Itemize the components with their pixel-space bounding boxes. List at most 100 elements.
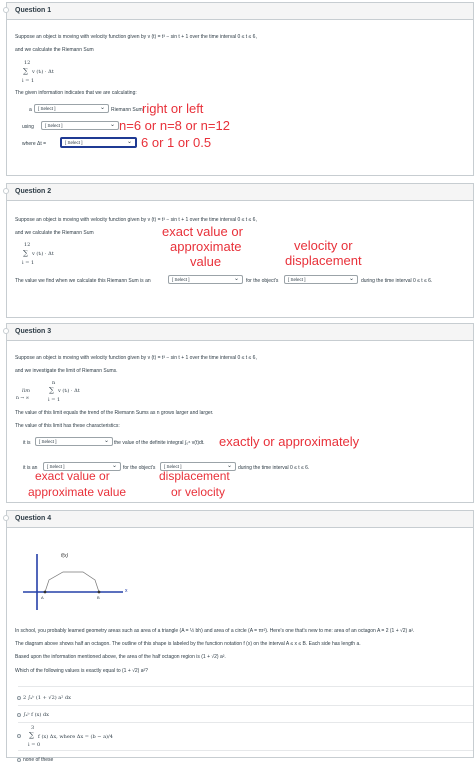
q4-question: Which of the following values is exactly… [15,668,148,674]
question-2-card: Question 2 Suppose an object is moving w… [3,183,474,318]
q3-intro2: and we investigate the limit of Riemann … [15,368,118,374]
graph-a-label: A [41,595,44,600]
q3-annotation-3b: or velocity [171,485,226,499]
question-4-marker [3,515,9,521]
q2-sum-sigma: ∑ [23,249,28,257]
q2-for-text: for the object's [246,278,279,284]
q2-intro2: and we calculate the Riemann Sum [15,230,94,236]
q1-select-where[interactable]: [ Select ] ⌄ [60,137,137,148]
q3-lim: lim [22,388,30,394]
option-4-radio[interactable] [17,758,21,762]
q3-for-text: for the object's [123,465,156,471]
q3-sum-expr: v (tᵢ) · Δt [58,388,80,394]
option-3-bottom: i = 0 [28,742,41,748]
question-2-marker [3,188,9,194]
option-3-sigma: ∑ [29,731,34,739]
q1-where-label: where Δt = [22,141,47,147]
option-3-expr: f (x) Δx, where Δx = (b − a)/4 [38,734,113,740]
q1-select-using-value: [ Select ] [45,123,63,128]
option-divider [18,750,473,751]
q1-sum-expr: v (tᵢ) · Δt [32,69,54,75]
point-b [97,590,101,594]
chevron-down-icon: ⌄ [348,276,354,282]
option-2-label: ∫ₐᵇ f (x) dx [23,712,49,718]
q1-annotation-3: 6 or 1 or 0.5 [141,135,212,150]
q2-find-text: The value we find when we calculate this… [15,278,151,284]
q2-sum-top: 12 [24,242,31,248]
q2-annotation-1a: exact value or [162,224,243,239]
q3-chars: The value of this limit has these charac… [15,423,120,429]
q1-select-a[interactable]: [ Select ] ⌄ [34,104,109,113]
graph-b-label: B [97,595,100,600]
q1-sum-sigma: ∑ [23,67,28,75]
q2-annotation-1b: approximate [170,239,242,254]
q2-sum-expr: v (tᵢ) · Δt [32,251,54,257]
graph-fx-label: f(x) [61,553,69,559]
q2-sum-bottom: i = 1 [22,260,35,266]
chevron-down-icon: ⌄ [126,139,132,145]
chevron-down-icon: ⌄ [111,463,117,469]
q2-select-value-value: [ Select ] [172,277,190,282]
option-1-radio[interactable] [17,696,21,700]
question-4-title: Question 4 [7,511,473,528]
option-1-label: 2 ∫ₐᵇ (1 + √2) a² dx [23,695,71,701]
q3-annotation-2a: exact value or [35,469,110,483]
point-a [43,590,47,594]
q4-p1: In school, you probably learned geometry… [15,628,415,634]
q3-trend: The value of this limit equals the trend… [15,410,214,416]
question-4-card: Question 4 f(x) A B x In school, you pro… [3,510,474,763]
q2-annotation-1c: value [190,254,222,269]
option-divider [18,705,473,706]
q2-select-value[interactable]: [ Select ] ⌄ [168,275,243,284]
q3-intro: Suppose an object is moving with velocit… [15,355,257,361]
half-octagon-outline [44,571,100,593]
q1-sum-bottom: i = 1 [22,78,35,84]
q1-intro2: and we calculate the Riemann Sum [15,47,94,53]
q1-select-where-value: [ Select ] [65,140,83,145]
q1-intro: Suppose an object is moving with velocit… [15,34,257,40]
question-2-title: Question 2 [7,184,473,201]
q1-select-using[interactable]: [ Select ] ⌄ [41,121,119,130]
option-divider [18,686,473,687]
q1-using-label: using [22,124,34,130]
q2-select-object-value: [ Select ] [288,277,306,282]
question-3-title: Question 3 [7,324,473,341]
q2-annotation-2b: displacement [285,253,362,268]
chevron-down-icon: ⌄ [103,438,109,444]
q3-select-is[interactable]: [ Select ] ⌄ [35,437,113,446]
chevron-down-icon: ⌄ [99,105,105,111]
q3-annotation-3a: displacement [159,469,230,483]
q4-p2: The diagram above shows half an octagon.… [15,641,361,647]
chevron-down-icon: ⌄ [109,122,115,128]
q4-p3: Based upon the information mentioned abo… [15,654,226,660]
question-3-card: Question 3 Suppose an object is moving w… [3,323,474,503]
q2-intro: Suppose an object is moving with velocit… [15,217,257,223]
q1-given: The given information indicates that we … [15,90,137,96]
q1-annotation-2: n=6 or n=8 or n=12 [119,118,230,133]
option-2-radio[interactable] [17,713,21,717]
q1-riemann-label: Riemann Sum [111,107,143,113]
option-4-label: none of these [23,757,54,763]
q3-annotation-2b: approximate value [28,485,127,499]
q2-annotation-2a: velocity or [294,238,353,253]
q3-annotation-1: exactly or approximately [219,434,360,449]
graph-x-label: x [125,588,128,594]
option-3-radio[interactable] [17,734,21,738]
q1-sum-top: 12 [24,60,31,66]
q2-during-text: during the time interval 0 ≤ t ≤ 6. [361,278,433,284]
q3-integral-text: the value of the definite integral ∫₀⁶ v… [114,440,205,446]
q1-a-label: a [29,107,32,113]
question-1-title: Question 1 [7,3,473,20]
question-1-card: Question 1 Suppose an object is moving w… [3,2,474,176]
question-1-marker [3,7,9,13]
q2-select-object[interactable]: [ Select ] ⌄ [284,275,358,284]
q3-it-is: it is [23,440,31,446]
half-octagon-diagram [23,554,123,610]
chevron-down-icon: ⌄ [233,276,239,282]
option-divider [18,722,473,723]
q3-during-text: during the time interval 0 ≤ t ≤ 6. [238,465,310,471]
q1-select-a-value: [ Select ] [38,106,56,111]
q3-lim-sub: n → ∞ [16,396,30,401]
q1-annotation-1: right or left [142,101,204,116]
q3-sum-bottom: i = 1 [48,397,61,403]
